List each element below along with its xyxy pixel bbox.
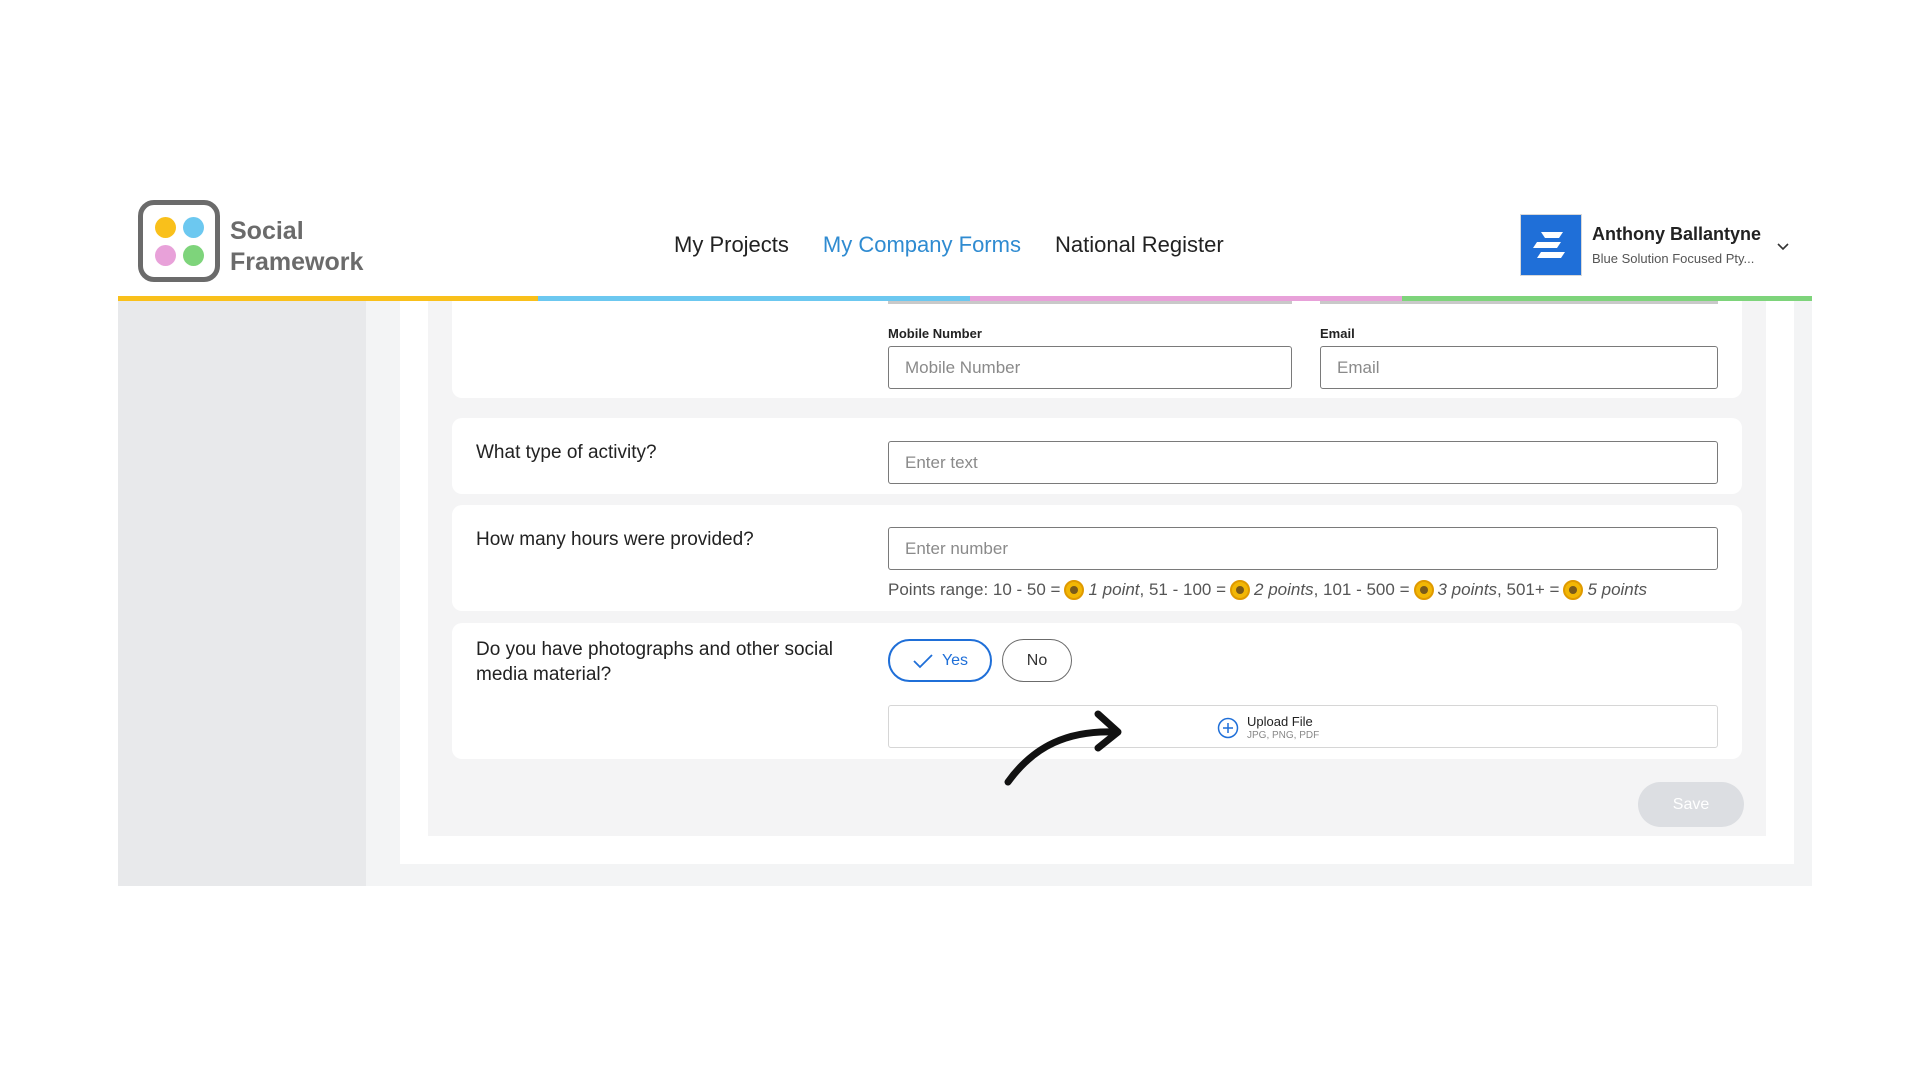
points-range-text: , 101 - 500 = xyxy=(1313,580,1410,599)
upload-file-types: JPG, PNG, PDF xyxy=(1247,730,1320,741)
chevron-down-icon[interactable] xyxy=(1777,243,1789,251)
email-label: Email xyxy=(1320,326,1355,341)
activity-question: What type of activity? xyxy=(476,442,657,463)
coin-icon xyxy=(1064,580,1085,600)
logo-dot-blue xyxy=(183,217,204,238)
media-question: Do you have photographs and other social… xyxy=(476,639,834,685)
user-company: Blue Solution Focused Pty... xyxy=(1592,251,1755,266)
top-header: Social Framework My Projects My Company … xyxy=(118,190,1812,300)
mobile-number-input[interactable] xyxy=(888,346,1292,389)
field-above-edge xyxy=(888,301,1292,304)
brand-logo-icon[interactable] xyxy=(138,200,220,282)
coin-icon xyxy=(1563,580,1584,600)
mobile-number-label: Mobile Number xyxy=(888,326,982,341)
logo-dot-yellow xyxy=(155,217,176,238)
app-frame: Social Framework My Projects My Company … xyxy=(118,190,1812,886)
nav-my-projects[interactable]: My Projects xyxy=(674,232,789,258)
coin-icon xyxy=(1230,580,1251,600)
user-menu[interactable]: Anthony Ballantyne Blue Solution Focused… xyxy=(1520,214,1789,276)
user-info: Anthony Ballantyne Blue Solution Focused… xyxy=(1592,224,1761,266)
no-option-button[interactable]: No xyxy=(1002,639,1072,682)
points-range-text: , 51 - 100 = xyxy=(1139,580,1227,599)
hours-input[interactable] xyxy=(888,527,1718,570)
points-tier-2: 2 points xyxy=(1254,580,1314,599)
yes-option-button[interactable]: Yes xyxy=(888,639,992,682)
points-range-text: , 501+ = xyxy=(1497,580,1560,599)
no-label: No xyxy=(1026,651,1048,669)
email-input[interactable] xyxy=(1320,346,1718,389)
logo-dot-green xyxy=(183,245,204,266)
yes-label: Yes xyxy=(941,651,969,669)
main-nav: My Projects My Company Forms National Re… xyxy=(674,232,1224,258)
nav-national-register[interactable]: National Register xyxy=(1055,232,1224,258)
user-name: Anthony Ballantyne xyxy=(1592,224,1762,244)
hours-question: How many hours were provided? xyxy=(476,529,754,550)
points-range-hint: Points range: 10 - 50 = 1 point , 51 - 1… xyxy=(888,580,1647,600)
company-avatar-icon xyxy=(1520,214,1582,276)
nav-my-company-forms[interactable]: My Company Forms xyxy=(823,232,1021,258)
brand-line-1: Social xyxy=(230,217,304,245)
points-tier-4: 5 points xyxy=(1587,580,1647,599)
field-above-edge xyxy=(1320,301,1718,304)
save-button[interactable]: Save xyxy=(1638,782,1744,827)
activity-input[interactable] xyxy=(888,441,1718,484)
brand-line-2: Framework xyxy=(230,248,364,276)
company-logo-glyph xyxy=(1533,232,1565,258)
check-icon xyxy=(913,653,933,668)
annotation-arrow-icon xyxy=(1004,710,1122,786)
logo-dot-pink xyxy=(155,245,176,266)
points-tier-1: 1 point xyxy=(1088,580,1140,599)
coin-icon xyxy=(1413,580,1434,600)
brand-name: Social Framework xyxy=(230,216,363,278)
points-range-text: Points range: 10 - 50 = xyxy=(888,580,1061,599)
plus-circle-icon[interactable] xyxy=(1217,717,1239,739)
left-sidebar xyxy=(118,301,366,886)
upload-file-label: Upload File xyxy=(1247,714,1313,729)
points-tier-3: 3 points xyxy=(1437,580,1498,599)
